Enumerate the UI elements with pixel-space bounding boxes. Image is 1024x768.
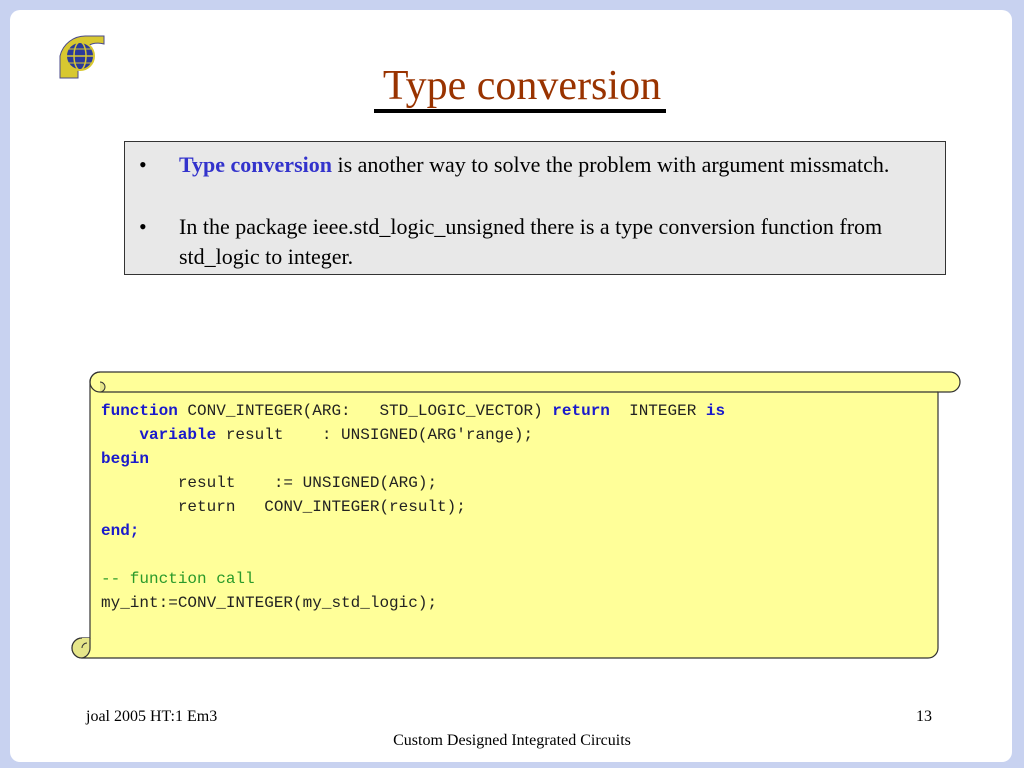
code-keyword: is [705, 402, 726, 420]
bullet-body: is another way to solve the problem with… [331, 152, 890, 177]
code-comment: -- function call [101, 570, 255, 588]
code-text: result : UNSIGNED(ARG'range); [216, 426, 534, 444]
code-text: INTEGER [609, 402, 706, 420]
page-number: 13 [916, 708, 932, 725]
code-block: function CONV_INTEGER(ARG: STD_LOGIC_VEC… [101, 399, 725, 615]
bullet-dot: • [139, 152, 147, 177]
title-underline [374, 109, 666, 113]
footer-author: joal 2005 HT:1 Em3 [86, 708, 218, 725]
code-text: CONV_INTEGER(ARG: STD_LOGIC_VECTOR) [177, 402, 553, 420]
bullet-text: In the package ieee.std_logic_unsigned t… [179, 212, 929, 272]
code-keyword: function [101, 402, 178, 420]
code-keyword: end; [101, 522, 140, 540]
bullet-highlight: Type conversion [179, 152, 332, 177]
bullet-item-1: • Type conversion is another way to solv… [139, 150, 929, 180]
code-keyword: variable [139, 426, 217, 444]
code-text: my_int:=CONV_INTEGER(my_std_logic); [101, 594, 438, 612]
code-keyword: return [552, 402, 610, 420]
bullet-dot: • [139, 214, 147, 239]
code-text: return CONV_INTEGER(result); [101, 498, 466, 516]
footer-course-title: Custom Designed Integrated Circuits [393, 732, 631, 749]
slide-title: Type conversion [382, 63, 662, 109]
bullet-box: • Type conversion is another way to solv… [124, 141, 946, 275]
bullet-item-2: • In the package ieee.std_logic_unsigned… [139, 212, 929, 272]
code-text: result := UNSIGNED(ARG); [101, 474, 438, 492]
bullet-text: Type conversion is another way to solve … [179, 150, 929, 180]
bullet-body: In the package ieee.std_logic_unsigned t… [179, 214, 883, 269]
code-keyword: begin [101, 450, 150, 468]
